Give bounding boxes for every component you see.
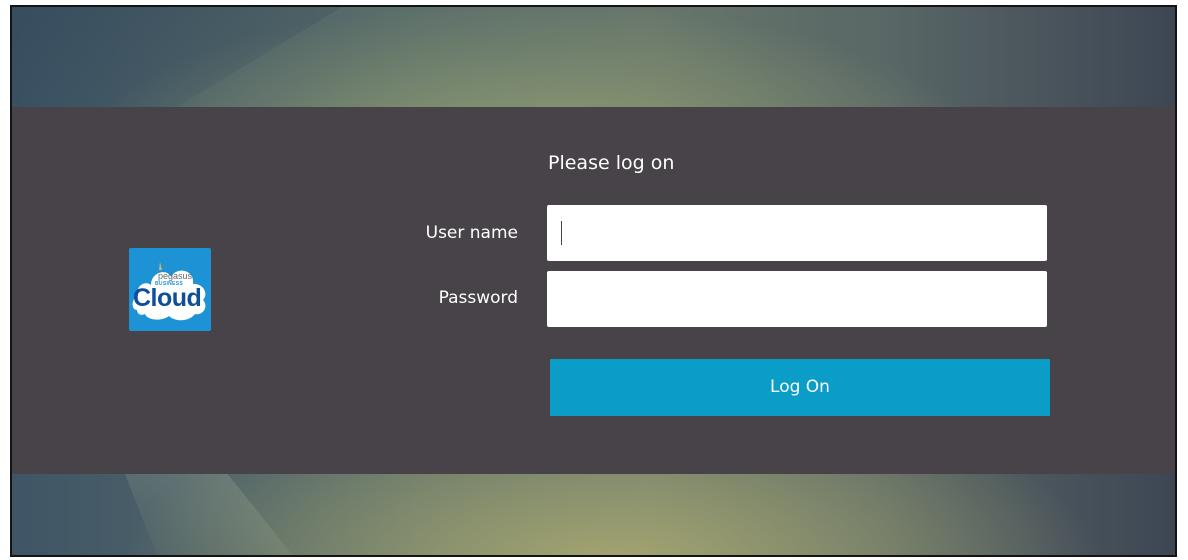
username-input[interactable]	[547, 205, 1047, 261]
text-cursor	[561, 221, 562, 245]
log-on-button[interactable]: Log On	[550, 359, 1050, 416]
pegasus-wing-icon	[159, 262, 162, 270]
login-band: pegasus BUSINESS Cloud Please log on Use…	[12, 107, 1175, 474]
username-label: User name	[425, 223, 518, 243]
login-page: pegasus BUSINESS Cloud Please log on Use…	[10, 5, 1177, 557]
logo-brand-small: pegasus	[158, 271, 193, 281]
password-input[interactable]	[547, 271, 1047, 327]
logo-brand-big: Cloud	[133, 284, 202, 312]
pegasus-cloud-logo: pegasus BUSINESS Cloud	[129, 248, 211, 331]
background-facet	[122, 467, 302, 555]
form-title: Please log on	[548, 152, 675, 174]
password-label: Password	[438, 288, 518, 308]
